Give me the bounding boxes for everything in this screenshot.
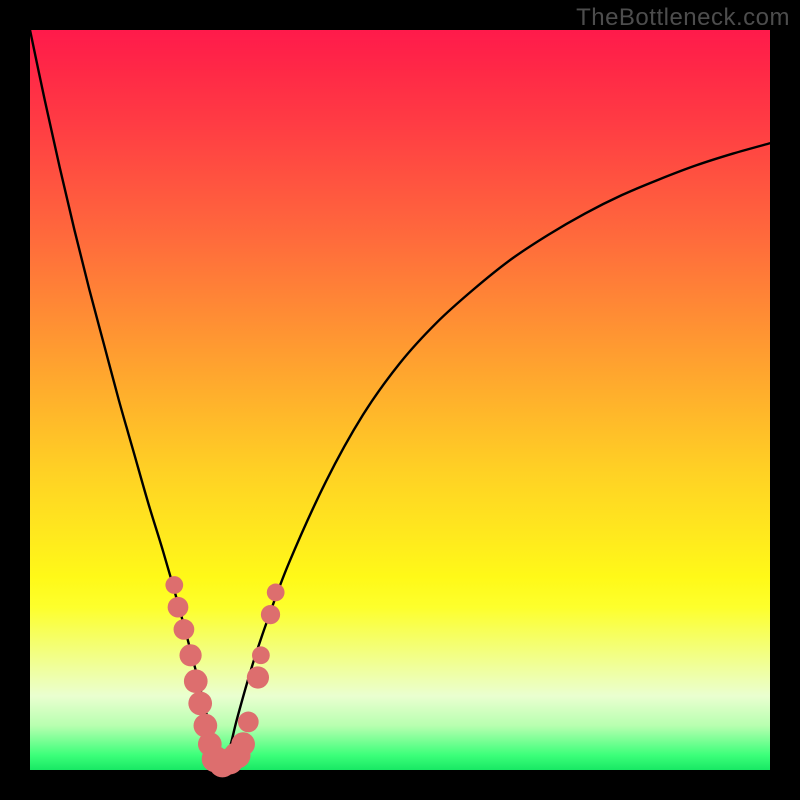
curve-marker xyxy=(174,619,195,640)
curve-marker xyxy=(247,666,269,688)
curve-marker xyxy=(267,584,285,602)
curve-svg xyxy=(30,30,770,770)
curve-marker xyxy=(179,644,201,666)
curve-marker xyxy=(165,576,183,594)
curve-marker xyxy=(168,597,189,618)
curve-marker xyxy=(238,712,259,733)
chart-frame: TheBottleneck.com xyxy=(0,0,800,800)
curve-marker xyxy=(252,646,270,664)
curve-markers xyxy=(165,576,284,777)
bottleneck-curve xyxy=(30,30,770,766)
curve-marker xyxy=(184,669,208,693)
curve-marker xyxy=(231,732,255,756)
watermark-text: TheBottleneck.com xyxy=(576,4,790,32)
curve-marker xyxy=(188,692,212,716)
plot-area xyxy=(30,30,770,770)
curve-marker xyxy=(261,605,280,624)
